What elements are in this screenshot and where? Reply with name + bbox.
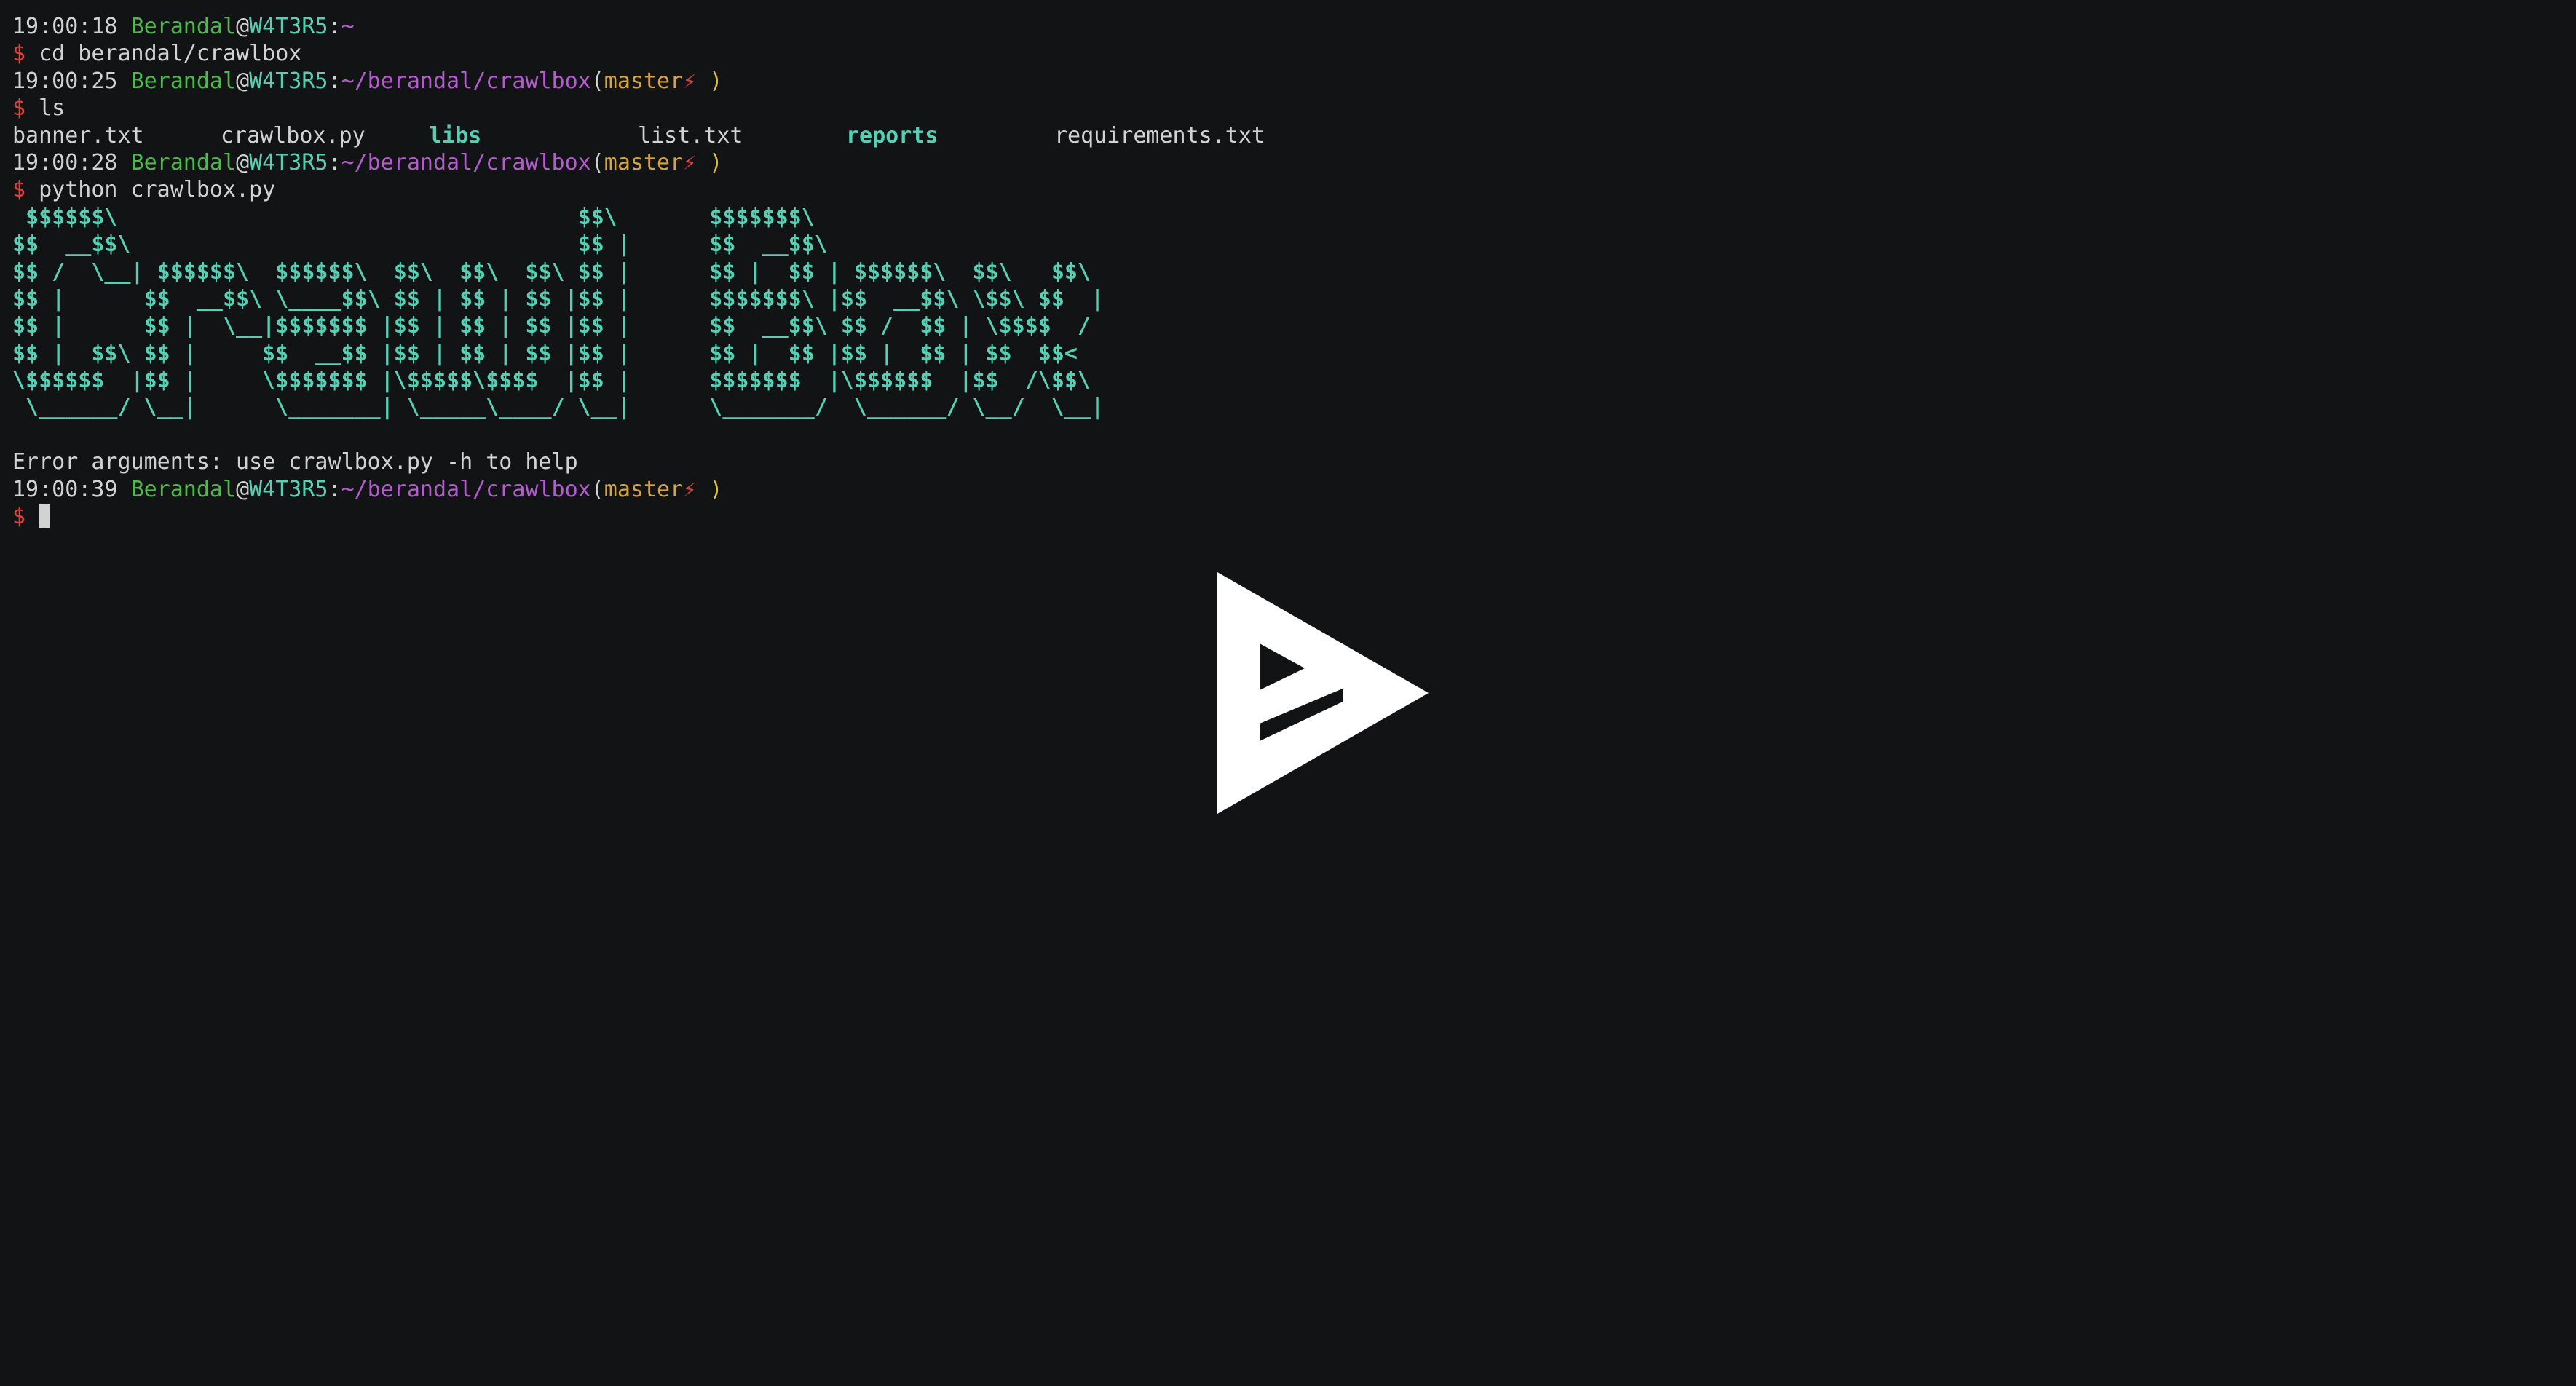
prompt-info-line: 19:00:18 Berandal@W4T3R5:~ <box>12 13 1265 40</box>
command-line: $ cd berandal/crawlbox <box>12 40 1265 67</box>
current-path: ~/berandal/crawlbox <box>341 476 591 502</box>
username: Berandal <box>130 476 237 502</box>
path-separator: : <box>328 68 341 94</box>
error-message: Error arguments: use crawlbox.py -h to h… <box>12 449 578 475</box>
ascii-banner-line: $$ | $$ | \__|$$$$$$$ |$$ | $$ | $$ |$$ … <box>12 313 1091 339</box>
ascii-banner-line: \$$$$$$ |$$ | \$$$$$$$ |\$$$$$\$$$$ |$$ … <box>12 368 1091 394</box>
prompt-info-line: 19:00:28 Berandal@W4T3R5:~/berandal/craw… <box>12 149 1265 176</box>
git-dirty-bolt-icon: ⚡ <box>683 476 697 502</box>
hostname: W4T3R5 <box>249 149 328 175</box>
git-branch: master <box>604 149 684 175</box>
git-close-paren: ) <box>696 68 723 94</box>
terminal-screen: 19:00:18 Berandal@W4T3R5:~ $ cd berandal… <box>12 13 1265 530</box>
ascii-banner-line: $$ / \__| $$$$$$\ $$$$$$\ $$\ $$\ $$\ $$… <box>12 258 1091 285</box>
asciinema-play-icon[interactable] <box>1217 572 1429 814</box>
git-branch: master <box>604 476 684 502</box>
active-prompt-line[interactable]: $ <box>12 503 1265 530</box>
git-close-paren: ) <box>696 149 723 175</box>
prompt-symbol: $ <box>12 41 26 67</box>
timestamp: 19:00:39 <box>12 476 118 502</box>
path-separator: : <box>328 476 341 502</box>
command-line: $ python crawlbox.py <box>12 176 1265 203</box>
git-open-paren: ( <box>590 476 604 502</box>
ascii-banner-line: $$$$$$\ $$\ $$$$$$$\ <box>12 204 815 230</box>
ls-entry-file: banner.txt <box>12 122 144 148</box>
timestamp: 19:00:25 <box>12 68 118 94</box>
prompt-symbol: $ <box>12 177 26 203</box>
ascii-banner-line: $$ __$$\ $$ | $$ __$$\ <box>12 231 828 258</box>
git-branch: master <box>604 68 684 94</box>
ls-output-line: banner.txt crawlbox.py libs list.txt reports… <box>12 122 1265 149</box>
text-cursor <box>39 504 51 528</box>
ls-entry-file: list.txt <box>638 122 743 148</box>
at-sign: @ <box>236 14 250 39</box>
command-line: $ ls <box>12 95 1265 122</box>
hostname: W4T3R5 <box>249 476 328 502</box>
command-text: ls <box>39 95 66 122</box>
git-open-paren: ( <box>590 149 604 175</box>
ascii-banner-line: $$ | $$ __$$\ \____$$\ $$ | $$ | $$ |$$ … <box>12 285 1105 312</box>
current-path: ~/berandal/crawlbox <box>341 149 591 175</box>
prompt-info-line: 19:00:39 Berandal@W4T3R5:~/berandal/craw… <box>12 476 1265 503</box>
username: Berandal <box>130 68 237 94</box>
current-path: ~ <box>341 14 355 39</box>
ls-entry-file: crawlbox.py <box>221 122 366 148</box>
username: Berandal <box>130 14 237 39</box>
command-text: python crawlbox.py <box>39 177 276 203</box>
git-open-paren: ( <box>590 68 604 94</box>
username: Berandal <box>130 149 237 175</box>
path-separator: : <box>328 149 341 175</box>
prompt-symbol: $ <box>12 504 26 530</box>
path-separator: : <box>328 14 341 39</box>
ls-entry-directory: libs <box>429 122 482 148</box>
at-sign: @ <box>236 476 250 502</box>
ascii-banner-line: $$ | $$\ $$ | $$ __$$ |$$ | $$ | $$ |$$ … <box>12 340 1078 366</box>
timestamp: 19:00:18 <box>12 14 118 39</box>
ascii-banner-line: \______/ \__| \_______| \_____\____/ \__… <box>12 395 1105 421</box>
command-text: cd berandal/crawlbox <box>39 41 302 67</box>
prompt-info-line: 19:00:25 Berandal@W4T3R5:~/berandal/craw… <box>12 68 1265 95</box>
hostname: W4T3R5 <box>249 14 328 39</box>
hostname: W4T3R5 <box>249 68 328 94</box>
timestamp: 19:00:28 <box>12 149 118 175</box>
at-sign: @ <box>236 68 250 94</box>
ls-entry-file: requirements.txt <box>1054 122 1265 148</box>
prompt-symbol: $ <box>12 95 26 122</box>
ls-entry-directory: reports <box>846 122 939 148</box>
current-path: ~/berandal/crawlbox <box>341 68 591 94</box>
git-dirty-bolt-icon: ⚡ <box>683 149 697 175</box>
git-close-paren: ) <box>696 476 723 502</box>
at-sign: @ <box>236 149 250 175</box>
terminal-window[interactable]: 19:00:18 Berandal@W4T3R5:~ $ cd berandal… <box>0 0 2576 1386</box>
git-dirty-bolt-icon: ⚡ <box>683 68 697 94</box>
